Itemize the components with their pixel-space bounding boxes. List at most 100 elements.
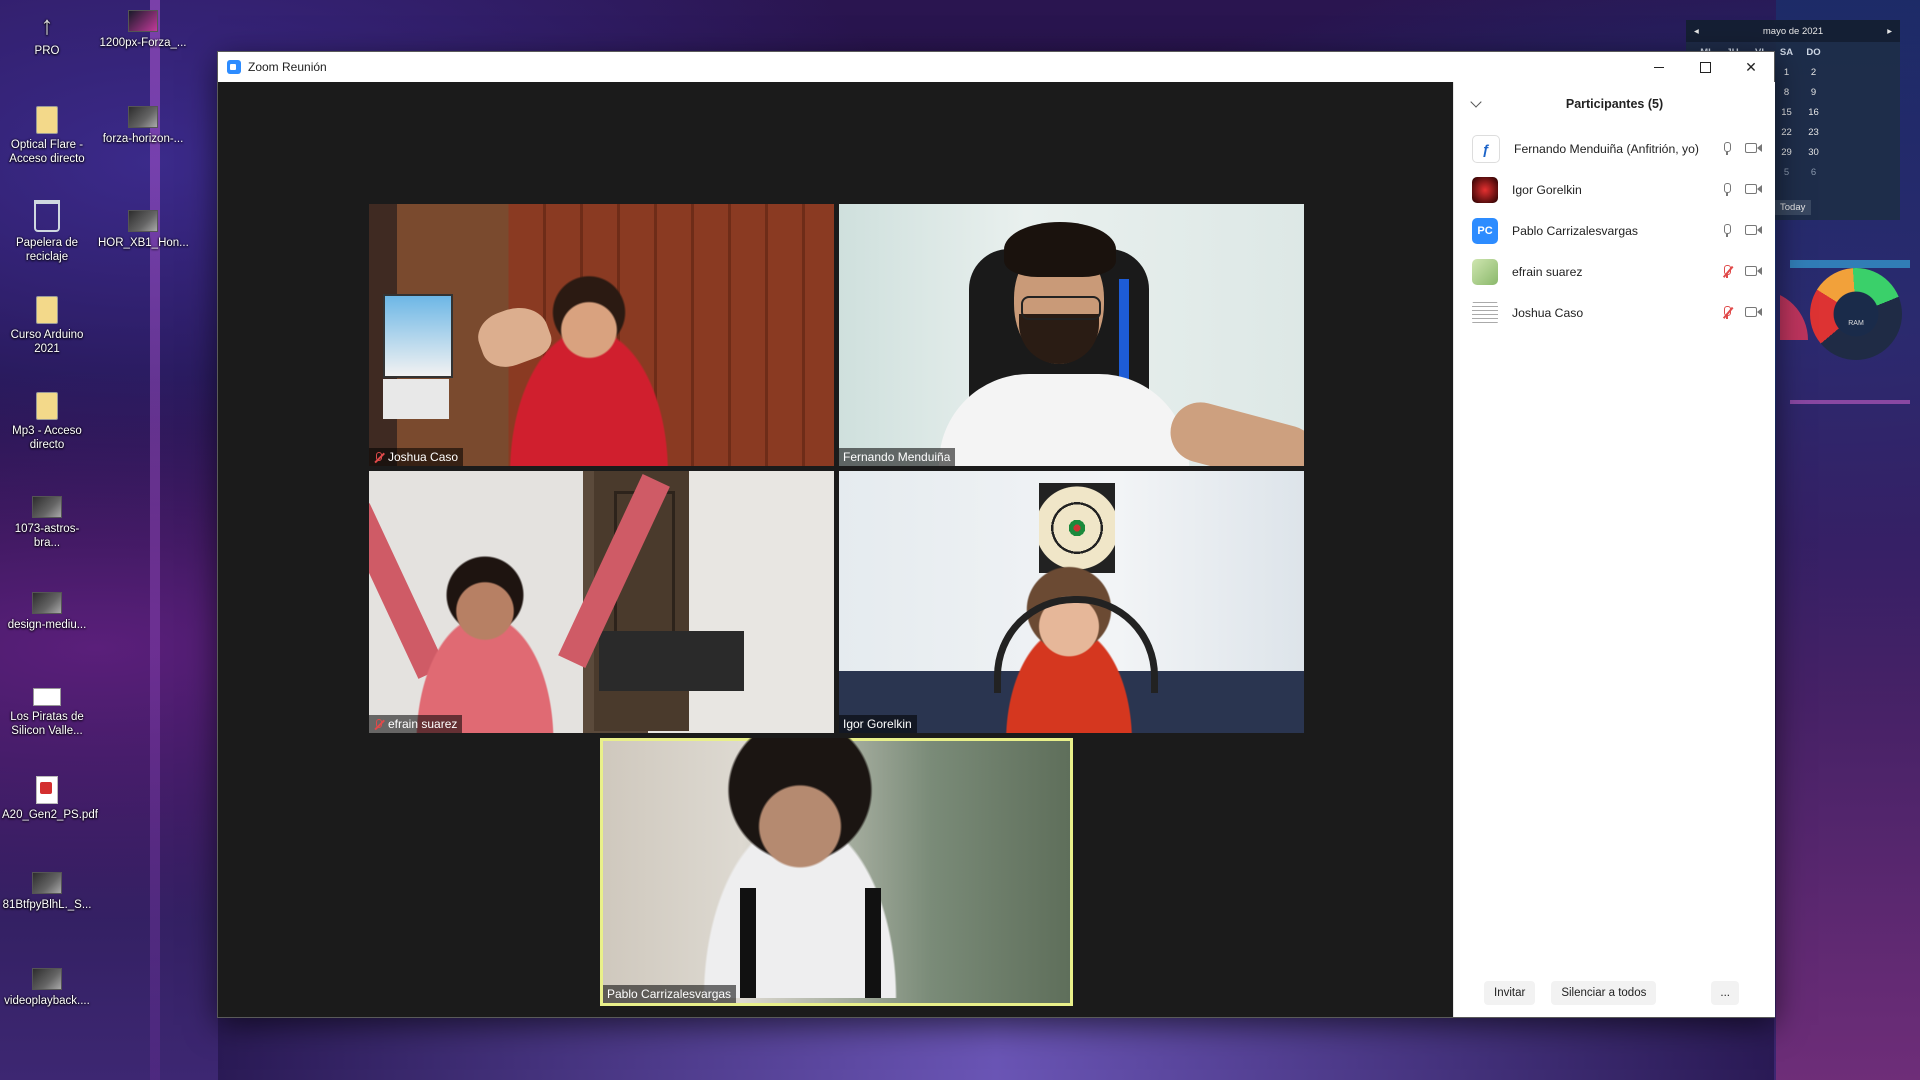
- close-button[interactable]: ✕: [1728, 52, 1774, 82]
- video-tile-efrain[interactable]: efrain suarez: [369, 471, 834, 733]
- shortcut-file-icon: [36, 296, 58, 324]
- image-icon: [128, 210, 158, 232]
- desktop-icon-label: 1200px-Forza_...: [99, 37, 187, 49]
- ram-gauge-label: RAM: [1848, 320, 1864, 327]
- video-person: [1021, 296, 1101, 320]
- video-icon: [32, 968, 62, 990]
- calendar-day[interactable]: 16: [1800, 106, 1827, 120]
- video-tile-fernando[interactable]: Fernando Menduiña: [839, 204, 1304, 466]
- participant-name: efrain suarez: [1512, 264, 1583, 279]
- participant-name: Joshua Caso: [1512, 305, 1584, 320]
- video-background: [383, 379, 449, 419]
- desktop-icon-curso-arduino[interactable]: Curso Arduino 2021: [2, 296, 92, 356]
- calendar-day[interactable]: 1: [1773, 66, 1800, 80]
- desktop-icon-astros[interactable]: 1073-astros-bra...: [2, 496, 92, 550]
- maximize-button[interactable]: [1682, 52, 1728, 82]
- participants-list: ƒ Fernando Menduiña (Anfitrión, yo) Igor…: [1454, 128, 1775, 333]
- desktop-icon-label: 1073-astros-bra...: [14, 523, 80, 549]
- desktop-icon-design-medium[interactable]: design-mediu...: [2, 592, 92, 632]
- avatar: ƒ: [1472, 134, 1500, 163]
- mic-muted-icon[interactable]: [1722, 306, 1734, 319]
- desktop-icon-hor-xb1[interactable]: HOR_XB1_Hon...: [98, 210, 189, 250]
- calendar-day[interactable]: 2: [1800, 66, 1827, 80]
- image-icon: [128, 106, 158, 128]
- mic-muted-icon[interactable]: [1722, 265, 1734, 278]
- desktop-icon-forza-horizon[interactable]: forza-horizon-...: [98, 106, 188, 146]
- microphone-icon[interactable]: [1723, 183, 1731, 196]
- close-icon: ✕: [1745, 58, 1757, 75]
- calendar-day[interactable]: 23: [1800, 126, 1827, 140]
- participant-row[interactable]: PC Pablo Carrizalesvargas: [1454, 210, 1775, 251]
- zoom-app-icon: [227, 60, 241, 74]
- image-icon: [32, 592, 62, 614]
- video-icon: [33, 688, 61, 706]
- chevron-right-icon[interactable]: ▸: [1887, 26, 1892, 37]
- desktop-icon-forza-image[interactable]: 1200px-Forza_...: [98, 10, 188, 50]
- desktop-icon-label: Papelera de reciclaje: [15, 237, 79, 263]
- desktop-icon-mp3[interactable]: Mp3 - Acceso directo: [2, 392, 92, 452]
- avatar: [1472, 299, 1498, 326]
- participant-row[interactable]: efrain suarez: [1454, 251, 1775, 292]
- video-background: [599, 631, 744, 691]
- desktop-icon-pro[interactable]: ↑ PRO: [2, 10, 92, 58]
- calendar-day[interactable]: 8: [1773, 86, 1800, 100]
- chevron-down-icon[interactable]: [1470, 96, 1482, 108]
- desktop-icon-81btfpy[interactable]: 81BtfpyBlhL._S...: [2, 872, 92, 912]
- calendar-day[interactable]: 29: [1773, 146, 1800, 160]
- video-camera-icon[interactable]: [1745, 183, 1762, 194]
- microphone-icon[interactable]: [1723, 142, 1731, 155]
- desktop-icon-label: design-mediu...: [7, 619, 87, 631]
- more-options-button[interactable]: ...: [1711, 981, 1739, 1005]
- invite-button[interactable]: Invitar: [1484, 981, 1536, 1005]
- participants-header: Participantes (5): [1454, 86, 1775, 122]
- video-camera-icon[interactable]: [1745, 306, 1762, 317]
- calendar-day[interactable]: 6: [1800, 166, 1827, 180]
- recycle-bin-icon: [34, 200, 60, 232]
- calendar-today-button[interactable]: Today: [1774, 200, 1812, 215]
- video-tile-joshua[interactable]: Joshua Caso: [369, 204, 834, 466]
- calendar-day[interactable]: 9: [1800, 86, 1827, 100]
- desktop-icon-label: PRO: [34, 45, 60, 57]
- video-camera-icon[interactable]: [1745, 142, 1762, 153]
- microphone-icon[interactable]: [1723, 224, 1731, 237]
- desktop-icon-optical-flare[interactable]: Optical Flare - Acceso directo: [2, 106, 92, 166]
- participant-name: Pablo Carrizalesvargas: [607, 987, 732, 1001]
- participant-row[interactable]: Igor Gorelkin: [1454, 169, 1775, 210]
- video-tile-igor[interactable]: Igor Gorelkin: [839, 471, 1304, 733]
- video-background: [383, 294, 453, 378]
- wallpaper-neon-line: [1790, 400, 1910, 404]
- participant-name: Pablo Carrizalesvargas: [1512, 223, 1638, 238]
- participant-name: Fernando Menduiña: [843, 450, 951, 464]
- minimize-button[interactable]: [1636, 52, 1682, 82]
- participant-row[interactable]: ƒ Fernando Menduiña (Anfitrión, yo): [1454, 128, 1775, 169]
- calendar-header: ◂ mayo de 2021 ▸: [1686, 20, 1900, 42]
- chevron-left-icon[interactable]: ◂: [1694, 26, 1699, 37]
- up-arrow-icon: ↑: [40, 10, 54, 40]
- desktop-icon-label: videoplayback....: [4, 995, 90, 1007]
- image-icon: [32, 496, 62, 518]
- mute-all-button[interactable]: Silenciar a todos: [1551, 981, 1657, 1005]
- participant-row[interactable]: Joshua Caso: [1454, 292, 1775, 333]
- desktop-icon-piratas[interactable]: Los Piratas de Silicon Valle...: [2, 688, 92, 738]
- desktop-icon-label: Curso Arduino 2021: [10, 329, 84, 355]
- video-tile-label: Igor Gorelkin: [839, 715, 917, 733]
- video-camera-icon[interactable]: [1745, 265, 1762, 276]
- video-person: [389, 551, 589, 733]
- video-camera-icon[interactable]: [1745, 224, 1762, 235]
- video-person: [1163, 395, 1304, 466]
- calendar-day[interactable]: 5: [1773, 166, 1800, 180]
- calendar-day[interactable]: 30: [1800, 146, 1827, 160]
- video-tile-pablo-active-speaker[interactable]: Pablo Carrizalesvargas: [600, 738, 1073, 1006]
- video-tile-label: efrain suarez: [369, 715, 463, 733]
- window-titlebar[interactable]: Zoom Reunión ✕: [218, 52, 1774, 82]
- calendar-day[interactable]: 22: [1773, 126, 1800, 140]
- avatar: [1472, 176, 1498, 203]
- participant-name: Igor Gorelkin: [1512, 182, 1582, 197]
- desktop-icon-videoplayback[interactable]: videoplayback....: [2, 968, 92, 1008]
- calendar-day[interactable]: 15: [1773, 106, 1800, 120]
- desktop-icon-pdf[interactable]: A20_Gen2_PS.pdf: [2, 776, 98, 822]
- video-person: [865, 888, 881, 998]
- desktop-icon-label: forza-horizon-...: [102, 133, 184, 145]
- calendar-month-label[interactable]: mayo de 2021: [1763, 26, 1823, 37]
- desktop-icon-recycle-bin[interactable]: Papelera de reciclaje: [2, 200, 92, 264]
